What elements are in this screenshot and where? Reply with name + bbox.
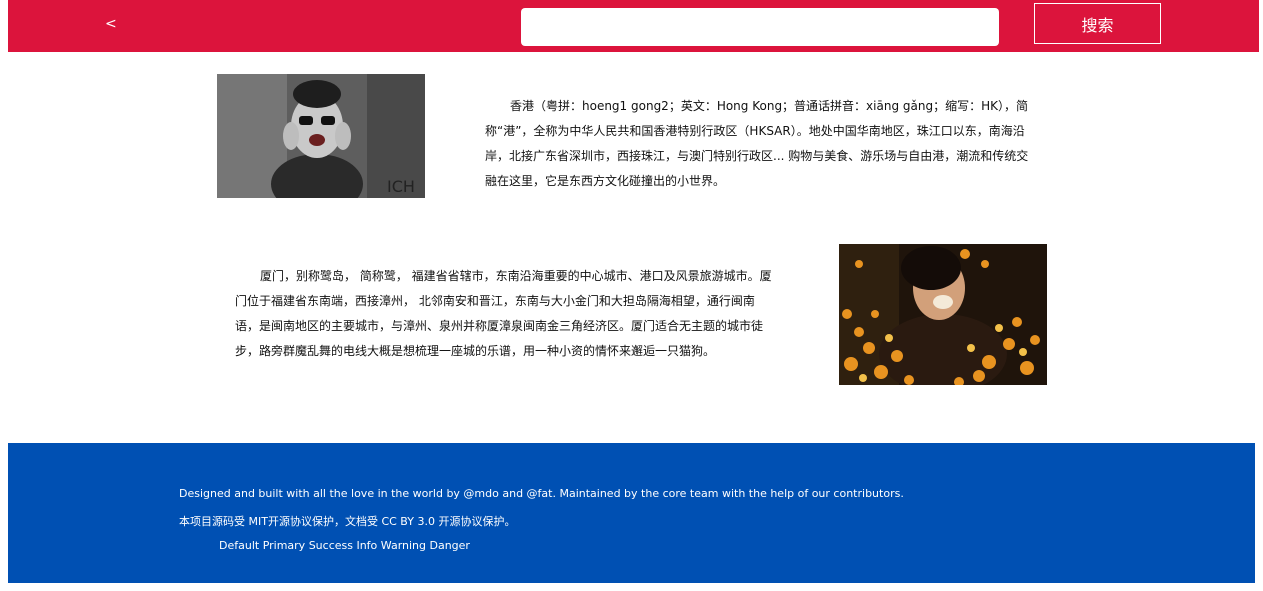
back-button[interactable]: < — [105, 16, 117, 32]
footer-styles: Default Primary Success Info Warning Dan… — [219, 539, 470, 552]
footer: Designed and built with all the love in … — [8, 443, 1255, 583]
hong-kong-description: 香港（粤拼：hoeng1 gong2；英文：Hong Kong；普通话拼音：xi… — [485, 99, 1029, 188]
search-button[interactable]: 搜索 — [1034, 3, 1161, 44]
footer-license: 本项目源码受 MIT开源协议保护，文档受 CC BY 3.0 开源协议保护。 — [179, 515, 516, 528]
page: < 搜索 ICH 香港（粤拼：hoeng1 gong2；英文：Hong Kong… — [0, 0, 1263, 591]
search-input[interactable] — [521, 8, 999, 46]
woman-sunglasses-image: ICH — [217, 74, 425, 198]
footer-credits: Designed and built with all the love in … — [179, 487, 904, 500]
svg-text:ICH: ICH — [387, 177, 415, 196]
xiamen-photo — [839, 244, 1047, 385]
hong-kong-photo: ICH — [217, 74, 425, 198]
xiamen-description: 厦门，别称鹭岛， 简称鹭， 福建省省辖市，东南沿海重要的中心城市、港口及风景旅游… — [235, 269, 772, 358]
woman-flowers-image — [839, 244, 1047, 385]
top-navbar: < 搜索 — [8, 0, 1259, 52]
